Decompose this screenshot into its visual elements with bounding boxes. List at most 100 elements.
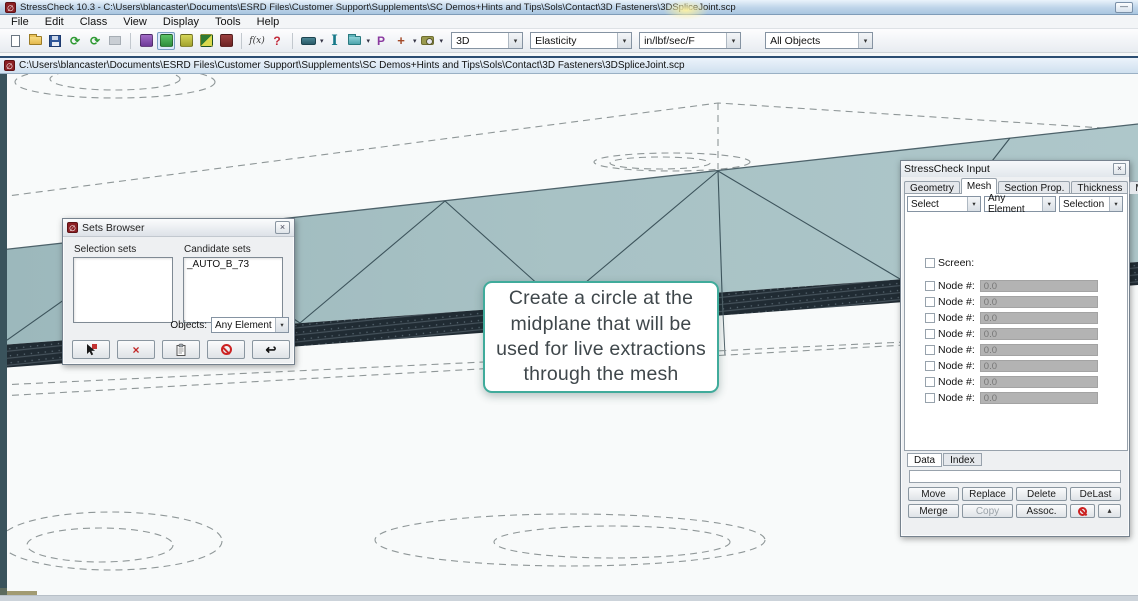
objects-combobox[interactable]: Any Element ▾ bbox=[211, 317, 289, 333]
sets-folder-icon[interactable] bbox=[346, 32, 364, 50]
save-icon[interactable] bbox=[46, 32, 64, 50]
export-icon[interactable]: ⟳ bbox=[86, 32, 104, 50]
assoc-button[interactable]: Assoc. bbox=[1016, 504, 1067, 518]
sets-browser-titlebar[interactable]: ∅ Sets Browser × bbox=[63, 219, 294, 237]
node-checkbox[interactable] bbox=[925, 361, 935, 371]
beam-section-icon[interactable]: I bbox=[326, 32, 344, 50]
node-value-field[interactable]: 0.0 bbox=[980, 360, 1098, 372]
list-item[interactable]: _AUTO_B_73 bbox=[187, 259, 279, 270]
node-checkbox[interactable] bbox=[925, 281, 935, 291]
chevron-down-icon[interactable]: ▾ bbox=[367, 37, 371, 45]
units-combobox[interactable]: in/lbf/sec/F ▾ bbox=[639, 32, 741, 49]
delete-button[interactable]: Delete bbox=[1016, 487, 1067, 501]
method-combobox[interactable]: Selection ▾ bbox=[1059, 196, 1123, 212]
menu-item-class[interactable]: Class bbox=[72, 15, 116, 29]
node-checkbox[interactable] bbox=[925, 345, 935, 355]
chevron-down-icon[interactable]: ▾ bbox=[617, 33, 631, 48]
menu-item-view[interactable]: View bbox=[115, 15, 155, 29]
node-checkbox[interactable] bbox=[925, 393, 935, 403]
node-value-field[interactable]: 0.0 bbox=[980, 376, 1098, 388]
copy-set-button[interactable] bbox=[162, 340, 200, 359]
delete-set-button[interactable]: × bbox=[117, 340, 155, 359]
menu-item-file[interactable]: File bbox=[3, 15, 37, 29]
candidate-sets-listbox[interactable]: _AUTO_B_73 bbox=[183, 257, 283, 323]
chevron-down-icon[interactable]: ▾ bbox=[508, 33, 522, 48]
menu-item-display[interactable]: Display bbox=[155, 15, 207, 29]
data-entry-input[interactable] bbox=[909, 470, 1121, 483]
node-value-field[interactable]: 0.0 bbox=[980, 344, 1098, 356]
input-panel-tabs: Geometry Mesh Section Prop. Thickness Ma… bbox=[904, 178, 1128, 194]
element-type-combobox[interactable]: Any Element ▾ bbox=[984, 196, 1056, 212]
menu-item-edit[interactable]: Edit bbox=[37, 15, 72, 29]
node-value-field[interactable]: 0.0 bbox=[980, 296, 1098, 308]
node-checkbox[interactable] bbox=[925, 297, 935, 307]
node-value-field[interactable]: 0.0 bbox=[980, 280, 1098, 292]
print-icon[interactable] bbox=[106, 32, 124, 50]
node-checkbox[interactable] bbox=[925, 329, 935, 339]
action-combobox[interactable]: Select ▾ bbox=[907, 196, 981, 212]
node-checkbox[interactable] bbox=[925, 377, 935, 387]
replace-button[interactable]: Replace bbox=[962, 487, 1013, 501]
import-icon[interactable]: ⟳ bbox=[66, 32, 84, 50]
materials-mode-icon[interactable] bbox=[217, 32, 235, 50]
window-bottom-edge bbox=[0, 595, 1138, 601]
chevron-down-icon[interactable]: ▾ bbox=[320, 37, 324, 45]
help-icon[interactable]: ? bbox=[268, 32, 286, 50]
copy-button: Copy bbox=[962, 504, 1013, 518]
cancel-button[interactable] bbox=[1070, 504, 1095, 518]
collapse-button[interactable]: ▴ bbox=[1098, 504, 1121, 518]
node-checkbox[interactable] bbox=[925, 313, 935, 323]
chevron-down-icon[interactable]: ▾ bbox=[413, 37, 417, 45]
new-file-icon[interactable] bbox=[6, 32, 24, 50]
close-icon[interactable]: × bbox=[1113, 163, 1126, 175]
app-titlebar[interactable]: ∅ StressCheck 10.3 - C:\Users\blancaster… bbox=[0, 0, 1138, 15]
chevron-down-icon[interactable]: ▾ bbox=[726, 33, 740, 48]
chevron-down-icon[interactable]: ▾ bbox=[967, 197, 980, 211]
close-icon[interactable]: × bbox=[275, 221, 290, 234]
tab-mesh[interactable]: Mesh bbox=[961, 178, 997, 194]
undo-set-button[interactable]: ↩ bbox=[252, 340, 290, 359]
chevron-down-icon[interactable]: ▾ bbox=[1042, 197, 1055, 211]
chevron-down-icon[interactable]: ▾ bbox=[275, 318, 288, 332]
chevron-down-icon[interactable]: ▾ bbox=[440, 37, 444, 45]
document-titlebar[interactable]: ∅ C:\Users\blancaster\Documents\ESRD Fil… bbox=[0, 58, 1138, 74]
elements-mode-icon[interactable] bbox=[177, 32, 195, 50]
select-tool-icon[interactable] bbox=[299, 32, 317, 50]
selection-sets-label: Selection sets bbox=[74, 244, 136, 255]
toolbar-separator bbox=[292, 33, 293, 49]
menu-item-help[interactable]: Help bbox=[249, 15, 288, 29]
snapshot-icon[interactable] bbox=[419, 32, 437, 50]
screen-checkbox[interactable] bbox=[925, 258, 935, 268]
loads-mode-icon[interactable] bbox=[197, 32, 215, 50]
node-value-field[interactable]: 0.0 bbox=[980, 312, 1098, 324]
points-icon[interactable]: P bbox=[372, 32, 390, 50]
geometry-mode-icon[interactable] bbox=[137, 32, 155, 50]
minimize-button[interactable]: — bbox=[1115, 2, 1133, 13]
formula-icon[interactable]: f(x) bbox=[248, 32, 266, 50]
tab-material[interactable]: Mat bbox=[1129, 181, 1138, 194]
action-value: Select bbox=[911, 199, 939, 210]
callout-text: Create a circle at the midplane that wil… bbox=[493, 286, 709, 387]
dialog-logo-icon: ∅ bbox=[67, 222, 78, 233]
mesh-mode-icon[interactable] bbox=[157, 32, 175, 50]
chevron-down-icon[interactable]: ▾ bbox=[858, 33, 872, 48]
cancel-set-button[interactable] bbox=[207, 340, 245, 359]
chevron-down-icon[interactable]: ▾ bbox=[1109, 197, 1122, 211]
delast-button[interactable]: DeLast bbox=[1070, 487, 1121, 501]
node-value-field[interactable]: 0.0 bbox=[980, 328, 1098, 340]
objects-filter-combobox[interactable]: All Objects ▾ bbox=[765, 32, 873, 49]
merge-button[interactable]: Merge bbox=[908, 504, 959, 518]
select-set-button[interactable] bbox=[72, 340, 110, 359]
node-value-field[interactable]: 0.0 bbox=[980, 392, 1098, 404]
tab-data[interactable]: Data bbox=[907, 453, 942, 467]
open-file-icon[interactable] bbox=[26, 32, 44, 50]
selection-sets-listbox[interactable] bbox=[73, 257, 173, 323]
class-combobox[interactable]: Elasticity ▾ bbox=[530, 32, 632, 49]
mode-combobox[interactable]: 3D ▾ bbox=[451, 32, 523, 49]
plot-axes-icon[interactable]: + bbox=[392, 32, 410, 50]
menu-item-tools[interactable]: Tools bbox=[207, 15, 249, 29]
node-row: Node #: 0.0 bbox=[925, 390, 1121, 406]
input-panel-titlebar[interactable]: StressCheck Input × bbox=[901, 161, 1129, 177]
move-button[interactable]: Move bbox=[908, 487, 959, 501]
tab-index[interactable]: Index bbox=[943, 453, 981, 466]
